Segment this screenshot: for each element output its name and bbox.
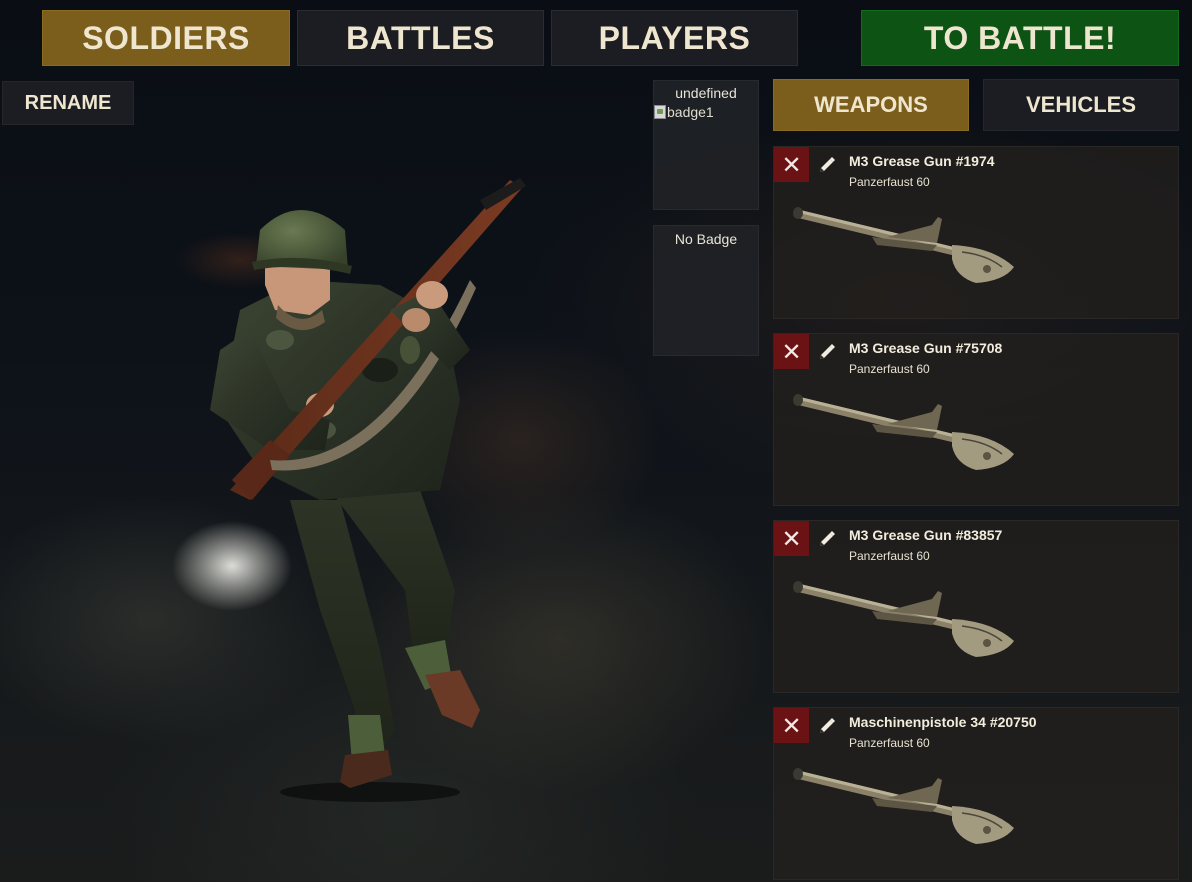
soldier-model xyxy=(210,178,526,802)
weapon-card[interactable]: ✕ M3 Grease Gun #75708 Panzerfaust 60 xyxy=(773,333,1179,506)
weapon-list: ✕ M3 Grease Gun #1974 Panzerfaust 60 ✕ M… xyxy=(773,146,1179,882)
weapon-card[interactable]: ✕ M3 Grease Gun #83857 Panzerfaust 60 xyxy=(773,520,1179,693)
broken-image-icon xyxy=(654,105,666,119)
pencil-icon xyxy=(820,344,835,359)
weapon-name: M3 Grease Gun #83857 xyxy=(849,527,1003,543)
panzerfaust-image xyxy=(793,394,1014,470)
pencil-icon xyxy=(820,531,835,546)
badge-image-broken: badge1 xyxy=(654,104,758,120)
close-icon: ✕ xyxy=(781,337,802,366)
weapon-card[interactable]: ✕ M3 Grease Gun #1974 Panzerfaust 60 xyxy=(773,146,1179,319)
weapon-name: M3 Grease Gun #1974 xyxy=(849,153,995,169)
weapon-type: Panzerfaust 60 xyxy=(849,549,930,563)
pencil-icon xyxy=(820,157,835,172)
edit-weapon-button[interactable] xyxy=(817,342,837,362)
delete-weapon-button[interactable]: ✕ xyxy=(774,147,809,182)
weapon-name: M3 Grease Gun #75708 xyxy=(849,340,1003,356)
edit-weapon-button[interactable] xyxy=(817,716,837,736)
weapon-type: Panzerfaust 60 xyxy=(849,175,930,189)
badge-title: undefined xyxy=(675,85,737,101)
panzerfaust-image xyxy=(793,207,1014,283)
weapon-type: Panzerfaust 60 xyxy=(849,362,930,376)
close-icon: ✕ xyxy=(781,524,802,553)
close-icon: ✕ xyxy=(781,711,802,740)
weapon-type: Panzerfaust 60 xyxy=(849,736,930,750)
close-icon: ✕ xyxy=(781,150,802,179)
to-battle-button[interactable]: TO BATTLE! xyxy=(861,10,1179,66)
delete-weapon-button[interactable]: ✕ xyxy=(774,521,809,556)
nav-battles-button[interactable]: BATTLES xyxy=(297,10,544,66)
rename-button[interactable]: RENAME xyxy=(2,81,134,125)
badge-image-alt: badge1 xyxy=(667,104,714,120)
nav-soldiers-button[interactable]: SOLDIERS xyxy=(42,10,290,66)
badge-title: No Badge xyxy=(674,231,738,247)
panzerfaust-image xyxy=(793,581,1014,657)
weapon-card[interactable]: ✕ Maschinenpistole 34 #20750 Panzerfaust… xyxy=(773,707,1179,880)
edit-weapon-button[interactable] xyxy=(817,529,837,549)
nav-players-button[interactable]: PLAYERS xyxy=(551,10,798,66)
tab-weapons[interactable]: WEAPONS xyxy=(773,79,969,131)
weapon-name: Maschinenpistole 34 #20750 xyxy=(849,714,1037,730)
delete-weapon-button[interactable]: ✕ xyxy=(774,708,809,743)
tab-vehicles[interactable]: VEHICLES xyxy=(983,79,1179,131)
panzerfaust-image xyxy=(793,768,1014,844)
delete-weapon-button[interactable]: ✕ xyxy=(774,334,809,369)
edit-weapon-button[interactable] xyxy=(817,155,837,175)
badge-slot-2[interactable]: No Badge xyxy=(653,225,759,356)
badge-slot-1[interactable]: undefined badge1 xyxy=(653,80,759,210)
pencil-icon xyxy=(820,718,835,733)
